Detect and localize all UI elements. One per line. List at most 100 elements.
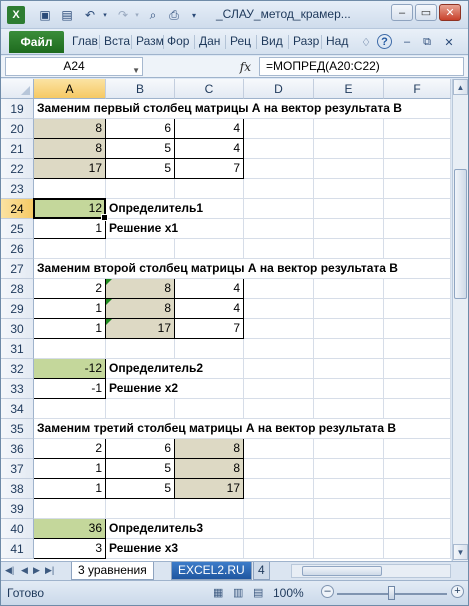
cell-c37[interactable]: 8 [175, 459, 244, 479]
row-header-24[interactable]: 24 [1, 199, 34, 219]
cell-d41[interactable] [244, 539, 314, 559]
cell-b23[interactable] [106, 179, 175, 199]
cell-b22[interactable]: 5 [106, 159, 175, 179]
cell-b38[interactable]: 5 [106, 479, 175, 499]
cell-b32[interactable]: Определитель2 [106, 359, 203, 379]
row-header-38[interactable]: 38 [1, 479, 34, 499]
cell-a40[interactable]: 36 [34, 519, 106, 539]
cell-e40[interactable] [314, 519, 384, 539]
cell-b33[interactable]: Решение х2 [106, 379, 178, 399]
cell-b40[interactable]: Определитель3 [106, 519, 203, 539]
cell-f34[interactable] [384, 399, 451, 419]
select-all-button[interactable] [1, 79, 34, 99]
row-header-26[interactable]: 26 [1, 239, 34, 259]
cell-f25[interactable] [384, 219, 451, 239]
name-box[interactable]: A24 ▼ [5, 57, 143, 76]
cell-b37[interactable]: 5 [106, 459, 175, 479]
cell-f28[interactable] [384, 279, 451, 299]
vertical-scroll-thumb[interactable] [454, 169, 467, 299]
cell-b24[interactable]: Определитель1 [106, 199, 203, 219]
tab-view[interactable]: Вид [261, 34, 283, 48]
page-break-view-icon[interactable]: ▤ [253, 586, 263, 599]
sheet-tab-excel2ru[interactable]: EXCEL2.RU [171, 562, 252, 580]
minimize-ribbon-icon[interactable]: ♢ [358, 34, 374, 50]
cell-d23[interactable] [244, 179, 314, 199]
next-sheet-icon[interactable]: ▶ [33, 565, 40, 576]
cell-f38[interactable] [384, 479, 451, 499]
cell-e26[interactable] [314, 239, 384, 259]
cell-e25[interactable] [314, 219, 384, 239]
cell-b30[interactable]: 17 [106, 319, 175, 339]
cell-b41[interactable]: Решение х3 [106, 539, 178, 559]
cell-e38[interactable] [314, 479, 384, 499]
tab-data[interactable]: Дан [199, 34, 220, 48]
column-header-e[interactable]: E [314, 79, 384, 99]
zoom-out-icon[interactable]: – [321, 585, 334, 598]
cell-e20[interactable] [314, 119, 384, 139]
cell-d36[interactable] [244, 439, 314, 459]
cell-d33[interactable] [244, 379, 314, 399]
cell-a31[interactable] [34, 339, 106, 359]
zoom-level[interactable]: 100% [273, 586, 304, 600]
tab-home[interactable]: Глав [72, 34, 98, 48]
cell-a25[interactable]: 1 [34, 219, 106, 239]
tab-review[interactable]: Рец [230, 34, 251, 48]
cell-d31[interactable] [244, 339, 314, 359]
cell-c38[interactable]: 17 [175, 479, 244, 499]
cell-e29[interactable] [314, 299, 384, 319]
row-header-28[interactable]: 28 [1, 279, 34, 299]
row-header-37[interactable]: 37 [1, 459, 34, 479]
cell-c29[interactable]: 4 [175, 299, 244, 319]
cell-b36[interactable]: 6 [106, 439, 175, 459]
cell-a23[interactable] [34, 179, 106, 199]
row-header-21[interactable]: 21 [1, 139, 34, 159]
column-header-c[interactable]: C [175, 79, 244, 99]
cell-b34[interactable] [106, 399, 175, 419]
row-header-22[interactable]: 22 [1, 159, 34, 179]
cell-d26[interactable] [244, 239, 314, 259]
worksheet-grid[interactable]: A B C D E F 19 Заменим первый столбец матрицы А… [1, 79, 451, 561]
cell-e32[interactable] [314, 359, 384, 379]
cell-f23[interactable] [384, 179, 451, 199]
cell-b31[interactable] [106, 339, 175, 359]
excel-app-icon[interactable]: X [7, 6, 25, 24]
cell-c26[interactable] [175, 239, 244, 259]
cell-a28[interactable]: 2 [34, 279, 106, 299]
cell-c22[interactable]: 7 [175, 159, 244, 179]
tab-page-layout[interactable]: Разм [136, 34, 164, 48]
cell-d21[interactable] [244, 139, 314, 159]
insert-function-icon[interactable]: fx [240, 60, 251, 74]
column-header-b[interactable]: B [106, 79, 175, 99]
row-header-34[interactable]: 34 [1, 399, 34, 419]
row-header-27[interactable]: 27 [1, 259, 34, 279]
cell-d34[interactable] [244, 399, 314, 419]
preview-icon[interactable]: ⌕ [145, 6, 161, 24]
redo-dropdown-icon[interactable]: ▾ [133, 6, 141, 24]
cell-e31[interactable] [314, 339, 384, 359]
column-header-a[interactable]: A [34, 79, 106, 99]
cell-a29[interactable]: 1 [34, 299, 106, 319]
cell-e37[interactable] [314, 459, 384, 479]
cell-a22[interactable]: 17 [34, 159, 106, 179]
close-icon[interactable]: ✕ [439, 4, 461, 21]
file-tab[interactable]: Файл [9, 31, 64, 53]
cell-c20[interactable]: 4 [175, 119, 244, 139]
column-header-f[interactable]: F [384, 79, 451, 99]
cell-f20[interactable] [384, 119, 451, 139]
cell-e22[interactable] [314, 159, 384, 179]
cell-d39[interactable] [244, 499, 314, 519]
tab-developer[interactable]: Разр [293, 34, 319, 48]
vertical-scrollbar[interactable]: ▲ ▼ [452, 79, 468, 561]
cell-f29[interactable] [384, 299, 451, 319]
sheet-tab-4[interactable]: 4 [253, 562, 270, 580]
cell-e30[interactable] [314, 319, 384, 339]
scroll-down-icon[interactable]: ▼ [453, 544, 468, 560]
cell-c30[interactable]: 7 [175, 319, 244, 339]
cell-a30[interactable]: 1 [34, 319, 106, 339]
cell-a19[interactable]: Заменим первый столбец матрицы А на вект… [34, 99, 402, 119]
cell-f21[interactable] [384, 139, 451, 159]
workbook-close-icon[interactable]: ✕ [441, 34, 457, 50]
cell-d32[interactable] [244, 359, 314, 379]
cell-e28[interactable] [314, 279, 384, 299]
cell-d22[interactable] [244, 159, 314, 179]
